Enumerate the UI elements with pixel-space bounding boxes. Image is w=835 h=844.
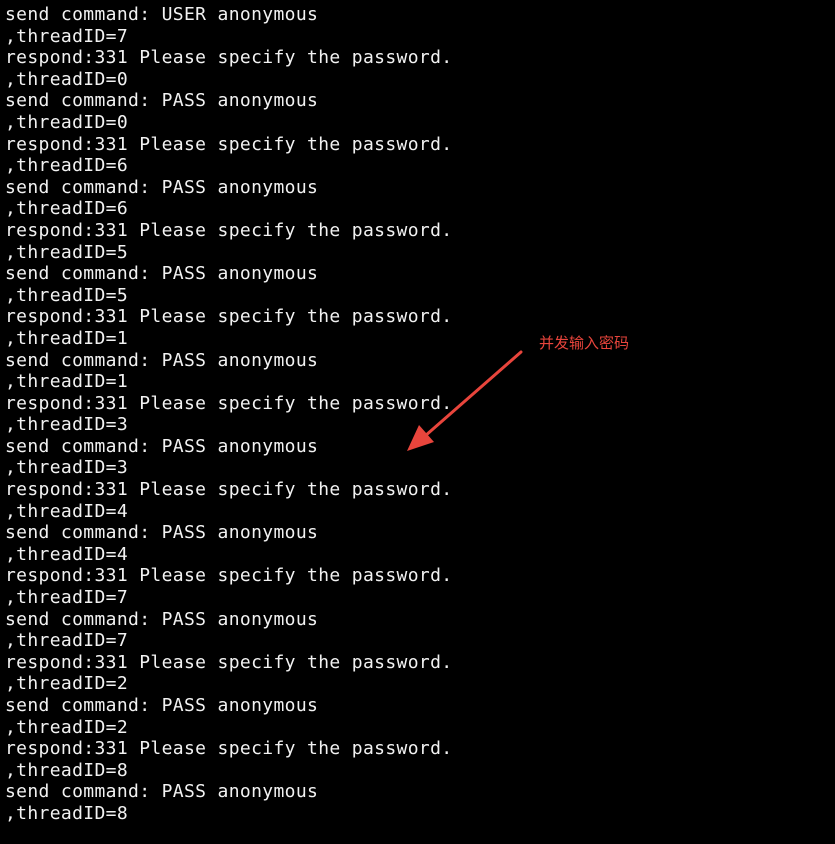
terminal-line: send command: PASS anonymous xyxy=(5,608,319,630)
terminal-line: ,threadID=7 xyxy=(5,587,129,609)
terminal-line: ,threadID=2 xyxy=(5,673,129,695)
terminal-line: respond:331 Please specify the password. xyxy=(5,47,453,69)
terminal-line: send command: PASS anonymous xyxy=(5,522,319,544)
terminal-line: respond:331 Please specify the password. xyxy=(5,306,453,328)
terminal-line: respond:331 Please specify the password. xyxy=(5,219,453,241)
terminal-line: ,threadID=6 xyxy=(5,198,129,220)
terminal-line: respond:331 Please specify the password. xyxy=(5,479,453,501)
terminal-line: ,threadID=8 xyxy=(5,802,129,824)
terminal-line: ,threadID=2 xyxy=(5,716,129,738)
terminal-line: ,threadID=6 xyxy=(5,155,129,177)
terminal-line: send command: PASS anonymous xyxy=(5,263,319,285)
terminal-line: send command: USER anonymous xyxy=(5,4,319,25)
terminal-line: ,threadID=8 xyxy=(5,759,129,781)
terminal-line: send command: PASS anonymous xyxy=(5,695,319,716)
terminal-line: ,threadID=4 xyxy=(5,543,129,565)
terminal-line: send command: PASS anonymous xyxy=(5,90,319,112)
terminal-line: ,threadID=7 xyxy=(5,630,129,652)
terminal-line: send command: PASS anonymous xyxy=(5,781,319,803)
terminal-line: respond:331 Please specify the password. xyxy=(5,651,453,673)
terminal-line: ,threadID=3 xyxy=(5,457,129,479)
terminal-line: send command: PASS anonymous xyxy=(5,435,319,457)
terminal-line: ,threadID=0 xyxy=(5,68,129,90)
terminal-line: ,threadID=0 xyxy=(5,111,129,133)
terminal-line: respond:331 Please specify the password. xyxy=(5,133,453,155)
terminal-output: send command: USER anonymous ,threadID=7 r… xyxy=(5,4,452,825)
terminal-window[interactable]: send command: USER anonymous ,threadID=7 r… xyxy=(0,0,835,844)
terminal-line: ,threadID=5 xyxy=(5,241,129,263)
terminal-line: send command: PASS anonymous xyxy=(5,176,319,198)
terminal-line: ,threadID=3 xyxy=(5,414,129,436)
terminal-line: ,threadID=4 xyxy=(5,500,129,522)
terminal-line: send command: PASS anonymous xyxy=(5,349,319,371)
terminal-line: respond:331 Please specify the password. xyxy=(5,738,453,760)
terminal-line: ,threadID=1 xyxy=(5,327,129,349)
terminal-line: respond:331 Please specify the password. xyxy=(5,392,453,414)
terminal-line: respond:331 Please specify the password. xyxy=(5,565,453,587)
terminal-line: ,threadID=1 xyxy=(5,371,129,393)
terminal-line: ,threadID=7 xyxy=(5,25,129,47)
annotation-label: 并发输入密码 xyxy=(539,334,630,352)
terminal-line: ,threadID=5 xyxy=(5,284,129,306)
